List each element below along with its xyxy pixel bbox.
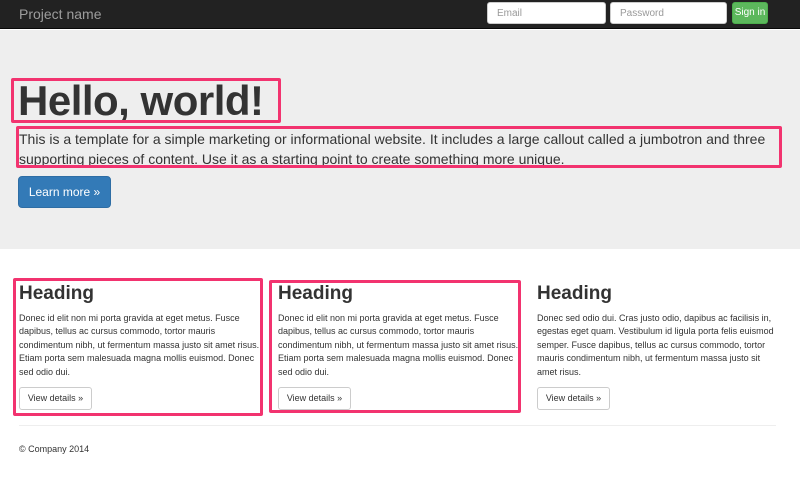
column-text: Donec sed odio dui. Cras justo odio, dap… [537,313,774,377]
footer-divider [19,425,776,426]
sign-in-button[interactable]: Sign in [732,2,768,24]
jumbotron-title: Hello, world! [18,77,264,124]
column-heading: Heading [19,283,94,304]
column-text: Donec id elit non mi porta gravida at eg… [278,313,519,377]
view-details-button[interactable]: View details » [537,387,610,411]
jumbotron-text: This is a template for a simple marketin… [19,131,766,167]
column-heading: Heading [278,283,353,304]
column-text: Donec id elit non mi porta gravida at eg… [19,313,260,377]
footer-copyright: © Company 2014 [19,444,90,454]
content-column-1: Heading Donec id elit non mi porta gravi… [19,282,262,411]
content-column-2: Heading Donec id elit non mi porta gravi… [278,282,521,411]
navbar: Project name Sign in [0,0,800,29]
view-details-button[interactable]: View details » [19,387,92,411]
password-field[interactable] [610,2,727,24]
jumbotron: Hello, world! This is a template for a s… [0,30,800,249]
email-field[interactable] [487,2,606,24]
navbar-brand[interactable]: Project name [19,6,101,22]
column-heading: Heading [537,283,612,304]
content-column-3: Heading Donec sed odio dui. Cras justo o… [537,282,780,411]
learn-more-button[interactable]: Learn more » [18,176,111,208]
view-details-button[interactable]: View details » [278,387,351,411]
